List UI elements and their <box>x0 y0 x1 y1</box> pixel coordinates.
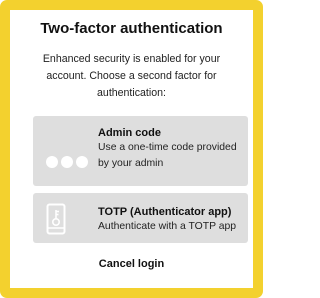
phone-key-icon <box>33 193 93 243</box>
totp-option[interactable]: TOTP (Authenticator app) Authenticate wi… <box>33 193 248 243</box>
admin-code-option[interactable]: Admin code Use a one-time code provided … <box>33 116 248 186</box>
dialog-description: Enhanced security is enabled for your ac… <box>42 53 221 99</box>
cancel-login-button[interactable]: Cancel login <box>0 257 263 271</box>
totp-description: Authenticate with a TOTP app <box>98 221 237 232</box>
totp-title: TOTP (Authenticator app) <box>98 206 232 218</box>
admin-code-title: Admin code <box>98 127 161 139</box>
dialog-title: Two-factor authentication <box>40 20 223 37</box>
admin-code-description: Use a one-time code provided by your adm… <box>98 142 237 169</box>
dots-icon <box>33 116 93 186</box>
